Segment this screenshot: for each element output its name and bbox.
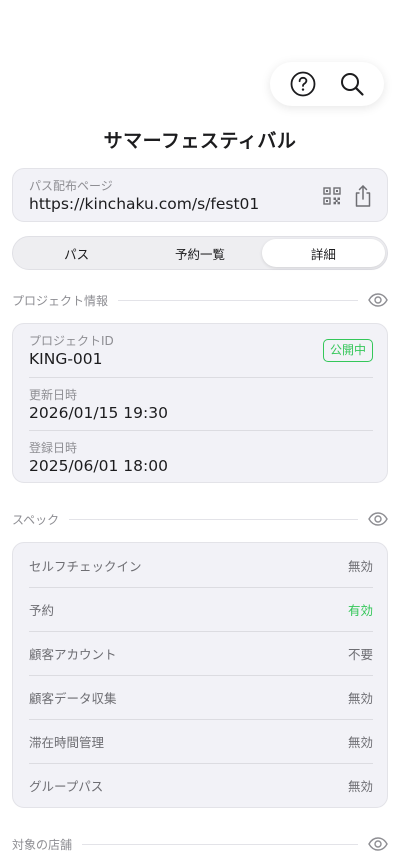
section-divider bbox=[118, 299, 358, 301]
eye-icon bbox=[368, 837, 388, 851]
pass-url-card: パス配布ページ https://kinchaku.com/s/fest01 bbox=[12, 168, 388, 222]
spec-value: 無効 bbox=[347, 558, 373, 574]
spec-visibility-toggle[interactable] bbox=[368, 512, 388, 526]
updated-at-value: 2026/01/15 19:30 bbox=[29, 404, 168, 422]
spec-label: 滞在時間管理 bbox=[29, 735, 105, 750]
spec-value: 無効 bbox=[347, 735, 373, 750]
spec-row-reservation: 予約 有効 bbox=[29, 587, 373, 631]
tab-pass[interactable]: パス bbox=[15, 239, 138, 267]
created-at-value: 2025/06/01 18:00 bbox=[29, 457, 168, 475]
stores-section-header: 対象の店舗 bbox=[12, 834, 388, 854]
status-badge: 公開中 bbox=[322, 339, 373, 362]
eye-icon bbox=[368, 293, 388, 307]
spec-row-stay-time: 滞在時間管理 無効 bbox=[29, 719, 373, 763]
help-circle-icon bbox=[290, 71, 315, 97]
spec-card: セルフチェックイン 無効 予約 有効 顧客アカウント 不要 顧客データ収集 無効… bbox=[12, 542, 388, 808]
spec-row-customer-account: 顧客アカウント 不要 bbox=[29, 631, 373, 675]
spec-label: 顧客データ収集 bbox=[29, 691, 117, 706]
qr-code-icon bbox=[323, 187, 341, 205]
share-icon bbox=[355, 185, 371, 207]
help-button[interactable] bbox=[286, 67, 320, 101]
spec-label: セルフチェックイン bbox=[29, 558, 142, 574]
section-divider bbox=[69, 518, 358, 520]
spec-value: 不要 bbox=[347, 647, 373, 662]
updated-at-label: 更新日時 bbox=[29, 388, 78, 402]
spec-row-group-pass: グループパス 無効 bbox=[29, 763, 373, 807]
project-id-value: KING-001 bbox=[29, 350, 103, 368]
spec-section-title: スペック bbox=[12, 512, 60, 527]
spec-label: グループパス bbox=[29, 779, 104, 794]
stores-visibility-toggle[interactable] bbox=[368, 837, 388, 851]
search-button[interactable] bbox=[335, 67, 369, 101]
search-icon bbox=[340, 73, 364, 96]
created-at-row: 登録日時 2025/06/01 18:00 bbox=[29, 430, 373, 483]
spec-row-self-checkin: セルフチェックイン 無効 bbox=[29, 543, 373, 587]
project-id-row: プロジェクトID KING-001 公開中 bbox=[29, 324, 373, 377]
top-action-bar bbox=[270, 62, 384, 106]
spec-label: 顧客アカウント bbox=[29, 647, 117, 662]
pass-url-label: パス配布ページ bbox=[29, 179, 113, 193]
spec-label: 予約 bbox=[29, 603, 55, 618]
updated-at-row: 更新日時 2026/01/15 19:30 bbox=[29, 377, 373, 430]
eye-icon bbox=[368, 512, 388, 526]
view-tabs: パス 予約一覧 詳細 bbox=[12, 236, 388, 270]
pass-url-value[interactable]: https://kinchaku.com/s/fest01 bbox=[29, 195, 259, 213]
spec-value: 無効 bbox=[347, 691, 373, 706]
spec-section-header: スペック bbox=[12, 509, 388, 529]
page-title: サマーフェスティバル bbox=[103, 130, 297, 152]
spec-row-customer-data: 顧客データ収集 無効 bbox=[29, 675, 373, 719]
section-divider bbox=[82, 843, 358, 845]
spec-value: 無効 bbox=[347, 779, 373, 794]
tab-reservations[interactable]: 予約一覧 bbox=[138, 239, 261, 267]
qr-code-button[interactable] bbox=[323, 187, 341, 209]
spec-value: 有効 bbox=[347, 603, 373, 618]
project-section-title: プロジェクト情報 bbox=[12, 293, 109, 308]
created-at-label: 登録日時 bbox=[29, 441, 78, 455]
project-section-header: プロジェクト情報 bbox=[12, 290, 388, 310]
project-visibility-toggle[interactable] bbox=[368, 293, 388, 307]
share-button[interactable] bbox=[353, 184, 373, 212]
project-info-card: プロジェクトID KING-001 公開中 更新日時 2026/01/15 19… bbox=[12, 323, 388, 483]
tab-details[interactable]: 詳細 bbox=[261, 239, 385, 267]
project-id-label: プロジェクトID bbox=[29, 334, 114, 348]
stores-section-title: 対象の店舗 bbox=[12, 837, 73, 852]
